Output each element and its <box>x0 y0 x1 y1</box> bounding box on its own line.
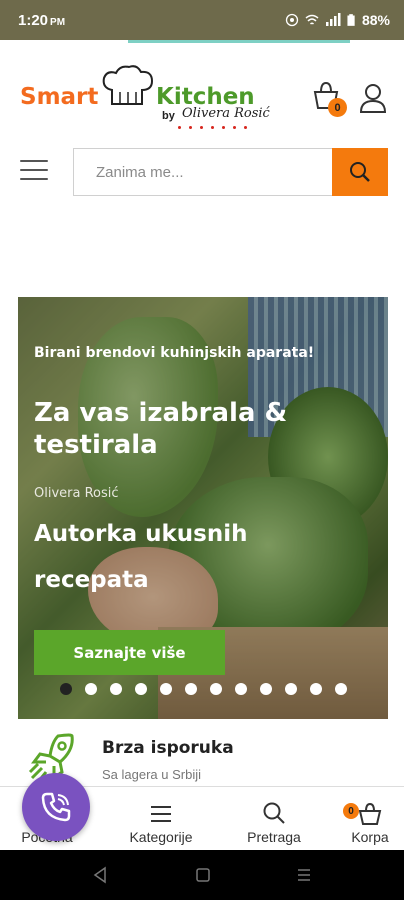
status-icons: 88% <box>285 12 390 28</box>
viber-chat-button[interactable] <box>22 773 90 841</box>
slider-dot[interactable] <box>235 683 247 695</box>
signal-icon <box>325 13 341 26</box>
hamburger-menu-icon[interactable] <box>20 160 48 182</box>
nav-item-cart[interactable]: Korpa <box>342 787 398 851</box>
slider-dot[interactable] <box>60 683 72 695</box>
status-bar: 1:20 PM 88% <box>0 0 404 40</box>
slider-dot[interactable] <box>160 683 172 695</box>
nav-item-categories[interactable]: Kategorije <box>118 787 204 851</box>
slider-dot[interactable] <box>185 683 197 695</box>
nav-label-categories: Kategorije <box>129 829 193 845</box>
slider-dot[interactable] <box>85 683 97 695</box>
learn-more-button[interactable]: Saznajte više <box>34 630 225 675</box>
hero-slider[interactable]: Birani brendovi kuhinjskih aparata! Za v… <box>18 297 388 719</box>
slider-dot[interactable] <box>135 683 147 695</box>
slider-dot[interactable] <box>310 683 322 695</box>
hero-subtitle: Autorka ukusnih recepata <box>34 521 248 593</box>
nav-label-cart: Korpa <box>351 829 389 845</box>
feature-subtitle: Sa lagera u Srbiji <box>102 767 201 782</box>
search-icon <box>263 802 285 824</box>
feature-fast-delivery: Brza isporuka Sa lagera u Srbiji <box>28 730 388 786</box>
logo-word-smart: Smart <box>20 84 99 110</box>
hero-kicker: Birani brendovi kuhinjskih aparata! <box>34 345 315 361</box>
feature-title: Brza isporuka <box>102 738 234 758</box>
slider-dot[interactable] <box>335 683 347 695</box>
logo-dots <box>178 126 247 129</box>
logo-signature: Olivera Rosić <box>182 106 270 121</box>
site-header: Smart Kitchen by Olivera Rosić 0 <box>0 60 404 140</box>
header-cart-count: 0 <box>328 98 347 117</box>
list-icon <box>151 806 171 822</box>
phone-icon <box>41 792 71 822</box>
system-navigation-bar <box>0 850 404 900</box>
basket-icon <box>358 802 382 825</box>
page-load-progress <box>128 40 350 43</box>
smart-kitchen-logo[interactable]: Smart Kitchen by Olivera Rosić <box>20 62 270 134</box>
back-icon[interactable] <box>92 866 108 884</box>
slider-dot[interactable] <box>260 683 272 695</box>
nav-cart-count: 0 <box>343 803 359 819</box>
search-button[interactable] <box>332 148 388 196</box>
nav-item-search[interactable]: Pretraga <box>236 787 312 851</box>
search-bar <box>73 148 388 196</box>
user-icon <box>359 84 387 113</box>
nav-label-search: Pretraga <box>247 829 301 845</box>
slider-dot[interactable] <box>285 683 297 695</box>
logo-by: by <box>162 110 175 122</box>
battery-icon <box>347 14 355 26</box>
battery-percent: 88% <box>361 12 390 28</box>
hotspot-icon <box>285 13 299 27</box>
wifi-icon <box>305 14 319 25</box>
home-button-icon[interactable] <box>195 866 211 884</box>
header-cart-button[interactable]: 0 <box>312 80 347 117</box>
account-button[interactable] <box>359 82 387 114</box>
slider-dot[interactable] <box>210 683 222 695</box>
slider-pagination <box>60 683 347 695</box>
chef-hat-icon <box>102 65 154 105</box>
slider-dot[interactable] <box>110 683 122 695</box>
recent-apps-icon[interactable] <box>296 866 312 884</box>
hero-title: Za vas izabrala & testirala <box>34 398 288 460</box>
search-input[interactable] <box>74 149 333 195</box>
search-icon <box>350 162 370 182</box>
hero-author: Olivera Rosić <box>34 486 119 501</box>
status-time: 1:20 PM <box>18 11 66 29</box>
